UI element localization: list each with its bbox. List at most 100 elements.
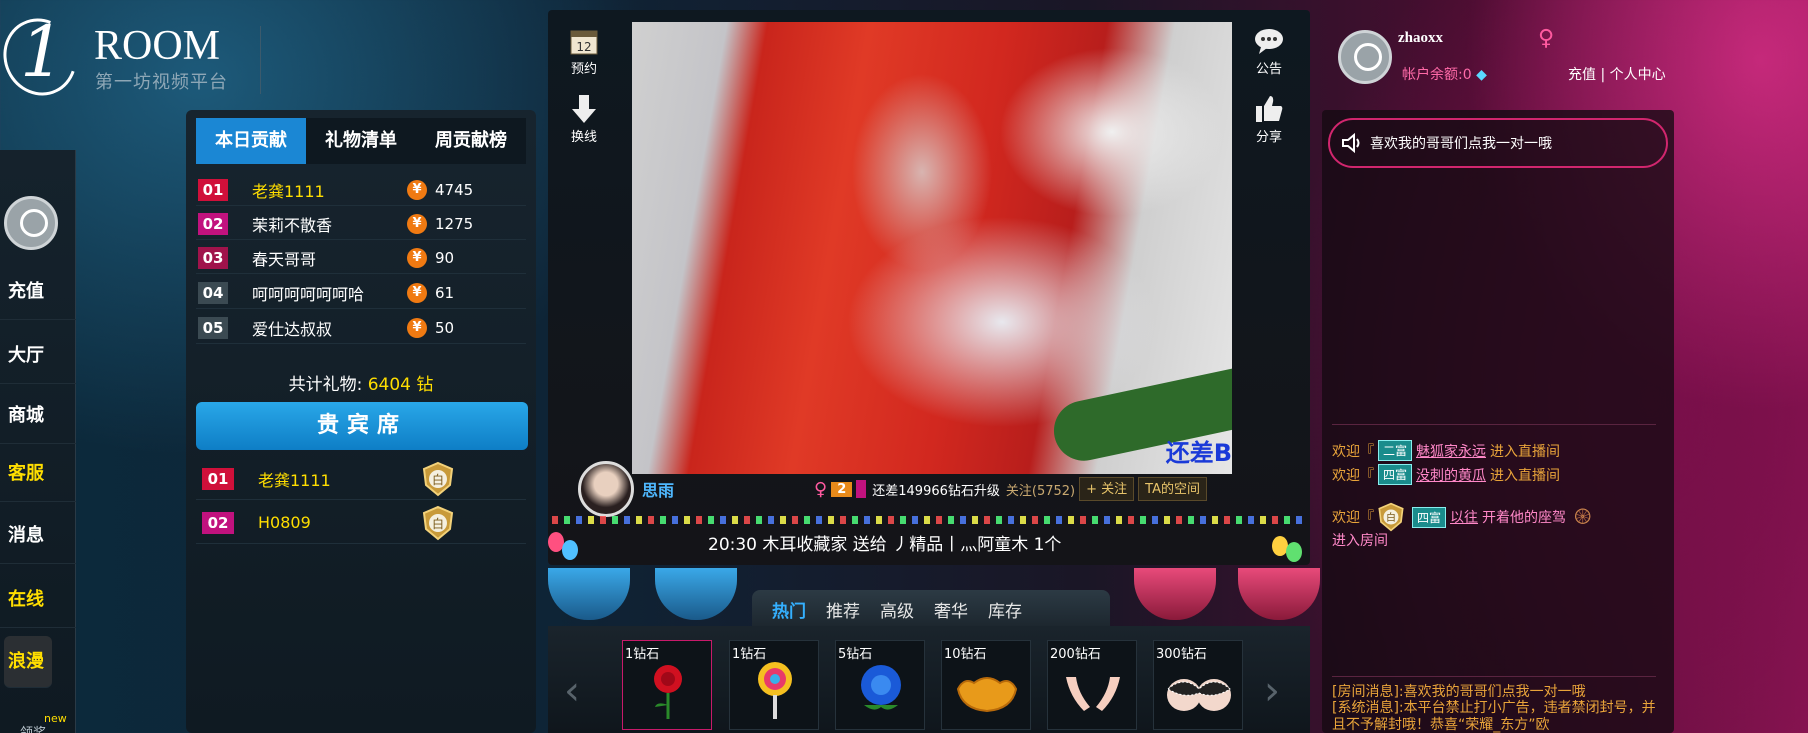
rank-row[interactable]: 05 爱仕达叔叔 ¥ 50 bbox=[196, 312, 526, 344]
tab-daily[interactable]: 本日贡献 bbox=[196, 118, 306, 164]
gift-ticker: 20:30 木耳收藏家 送给 丿精品丨灬阿童木 1个 bbox=[708, 535, 1062, 555]
wealth-badge: 四富 bbox=[1378, 464, 1413, 485]
vip-name: 老龚1111 bbox=[258, 470, 331, 490]
rank-number: 01 bbox=[198, 178, 228, 201]
username: zhaoxx bbox=[1398, 30, 1443, 46]
recharge-link[interactable]: 充值 bbox=[1568, 67, 1596, 83]
coin-icon: ¥ bbox=[407, 247, 427, 268]
gift-prev-arrow-icon[interactable]: ‹ bbox=[564, 668, 580, 714]
rank-number: 02 bbox=[198, 212, 228, 235]
user-links: 充值 | 个人中心 bbox=[1568, 64, 1666, 84]
gift-tab-hot[interactable]: 热门 bbox=[772, 597, 806, 622]
gift-tab-advanced[interactable]: 高级 bbox=[880, 597, 914, 622]
chat-line-cont: 进入房间 bbox=[1332, 533, 1388, 549]
gift-next-arrow-icon[interactable]: › bbox=[1264, 668, 1280, 714]
share-button[interactable]: 分享 bbox=[1246, 92, 1292, 145]
nav-recharge[interactable]: 充值 bbox=[0, 264, 76, 320]
links-divider: | bbox=[1600, 67, 1606, 83]
gift-tab-inventory[interactable]: 库存 bbox=[988, 597, 1022, 622]
speech-bubble-icon bbox=[1246, 24, 1292, 58]
space-button[interactable]: TA的空间 bbox=[1138, 477, 1207, 501]
chat-username[interactable]: 魅狐家永远 bbox=[1416, 441, 1486, 461]
gift-item[interactable]: 10钻石 bbox=[941, 640, 1031, 730]
rank-row[interactable]: 01 老龚1111 ¥ 4745 bbox=[196, 174, 526, 206]
vip-row[interactable]: 01 老龚1111 白 bbox=[196, 458, 526, 500]
rank-value: 61 bbox=[435, 283, 455, 302]
user-center-link[interactable]: 个人中心 bbox=[1610, 67, 1666, 83]
svg-text:白: 白 bbox=[432, 472, 444, 487]
system-message: [系统消息]:本平台禁止打小广告，违者禁闭封号，并且不予解封哦！恭喜“荣耀_东方… bbox=[1332, 700, 1656, 733]
gift-item[interactable]: 300钻石 bbox=[1153, 640, 1243, 730]
coin-icon: ¥ bbox=[407, 317, 427, 338]
switch-line-button[interactable]: 换线 bbox=[561, 92, 607, 145]
female-gender-icon: ♀ bbox=[1538, 26, 1555, 51]
logo-subtitle: 第一坊视频平台 bbox=[95, 72, 228, 93]
seat-icon[interactable] bbox=[655, 568, 737, 620]
gift-tab-recommend[interactable]: 推荐 bbox=[826, 597, 860, 622]
new-badge: new bbox=[44, 712, 67, 725]
nav-reward[interactable]: 领奖 bbox=[20, 722, 46, 733]
anchor-name[interactable]: 思雨 bbox=[642, 477, 674, 501]
gift-price: 5钻石 bbox=[838, 647, 873, 662]
wealth-badge: 四富 bbox=[1412, 506, 1447, 528]
gift-price: 10钻石 bbox=[944, 647, 987, 662]
hands-icon bbox=[1066, 677, 1120, 711]
rank-number: 03 bbox=[198, 246, 228, 269]
tab-weekly[interactable]: 周贡献榜 bbox=[416, 118, 526, 164]
rank-name: 呵呵呵呵呵呵哈 bbox=[252, 284, 365, 304]
down-arrow-icon bbox=[561, 92, 607, 126]
blue-rose-icon bbox=[861, 665, 901, 710]
user-avatar[interactable] bbox=[1338, 30, 1392, 84]
chat-username[interactable]: 没刺的黄瓜 bbox=[1416, 465, 1486, 485]
coin-icon: ¥ bbox=[407, 282, 427, 303]
rank-name: 春天哥哥 bbox=[252, 249, 317, 269]
tab-gift-list[interactable]: 礼物清单 bbox=[306, 118, 416, 164]
nav-mall[interactable]: 商城 bbox=[0, 388, 76, 444]
chat-username[interactable]: 以往 bbox=[1450, 507, 1478, 527]
logo-one: 1 bbox=[20, 11, 65, 93]
notice-button[interactable]: 公告 bbox=[1246, 24, 1292, 77]
follow-button[interactable]: + 关注 bbox=[1079, 477, 1135, 501]
vip-number: 01 bbox=[202, 467, 234, 490]
rank-row[interactable]: 02 茉莉不散香 ¥ 1275 bbox=[196, 208, 526, 240]
logo-room: ROOM bbox=[94, 23, 221, 69]
vip-row[interactable]: 02 H0809 白 bbox=[196, 502, 526, 544]
gift-item[interactable]: 5钻石 bbox=[835, 640, 925, 730]
gift-total: 共计礼物: 6404 钻 bbox=[196, 370, 526, 395]
anchor-avatar[interactable] bbox=[578, 461, 634, 517]
white-rank-badge-icon: 白 bbox=[1378, 502, 1404, 532]
reserve-button[interactable]: 12 预约 bbox=[561, 24, 607, 77]
female-icon: ♀ bbox=[814, 478, 828, 500]
user-avatar-icon[interactable] bbox=[4, 196, 58, 250]
nav-message[interactable]: 消息 bbox=[0, 508, 76, 564]
rank-name: 茉莉不散香 bbox=[252, 215, 333, 235]
nav-hall[interactable]: 大厅 bbox=[0, 328, 76, 384]
gift-total-value: 6404 钻 bbox=[367, 375, 434, 395]
follow-count: 关注(5752) bbox=[1005, 483, 1076, 499]
nav-online[interactable]: 在线 bbox=[0, 572, 76, 628]
chat-prefix: 欢迎『 bbox=[1332, 443, 1374, 460]
balloon-icon bbox=[562, 540, 578, 560]
seat-icon[interactable] bbox=[1238, 568, 1320, 620]
chat-line: 欢迎『 白 四富 以往 开着他的座驾 🛞 bbox=[1332, 502, 1591, 532]
anchor-notice: 喜欢我的哥哥们点我一对一哦 bbox=[1328, 118, 1668, 168]
gift-item[interactable]: 200钻石 bbox=[1047, 640, 1137, 730]
nav-romance[interactable]: 浪漫 bbox=[4, 636, 52, 688]
anchor-bar: 思雨 ♀ 2 还差149966钻石升级 关注(5752) + 关注 TA的空间 bbox=[578, 461, 1308, 517]
nav-service[interactable]: 客服 bbox=[0, 446, 76, 502]
gift-item[interactable]: 1钻石 bbox=[729, 640, 819, 730]
seat-icon[interactable] bbox=[548, 568, 630, 620]
gift-tab-luxury[interactable]: 奢华 bbox=[934, 597, 968, 622]
live-video[interactable]: 还差B bbox=[632, 22, 1232, 474]
rank-row[interactable]: 04 呵呵呵呵呵呵哈 ¥ 61 bbox=[196, 277, 526, 309]
logo-divider bbox=[260, 26, 261, 94]
seat-icon[interactable] bbox=[1134, 568, 1216, 620]
car-icon: 🛞 bbox=[1574, 509, 1592, 525]
gift-item[interactable]: 1钻石 bbox=[622, 640, 712, 730]
balloon-icon bbox=[1286, 542, 1302, 562]
lollipop-icon bbox=[758, 662, 792, 719]
rank-row[interactable]: 03 春天哥哥 ¥ 90 bbox=[196, 242, 526, 274]
chat-suffix: 进入直播间 bbox=[1490, 443, 1561, 460]
rank-value: 50 bbox=[435, 318, 455, 337]
switch-line-label: 换线 bbox=[570, 130, 597, 145]
